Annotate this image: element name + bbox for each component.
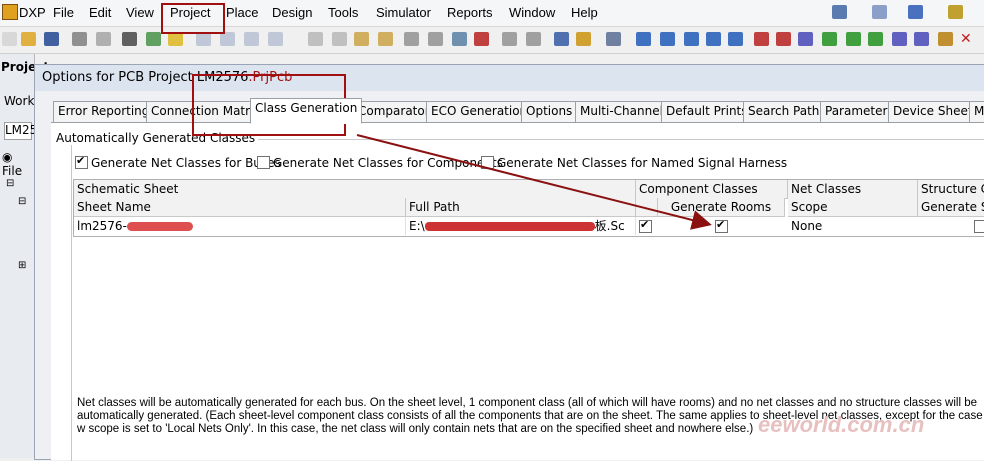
- watermark: eeworld.com.cn: [758, 412, 925, 437]
- tab-class-generation[interactable]: Class Generation: [250, 98, 363, 124]
- annotation-arrow: [356, 134, 712, 230]
- arrow-line: [356, 134, 712, 230]
